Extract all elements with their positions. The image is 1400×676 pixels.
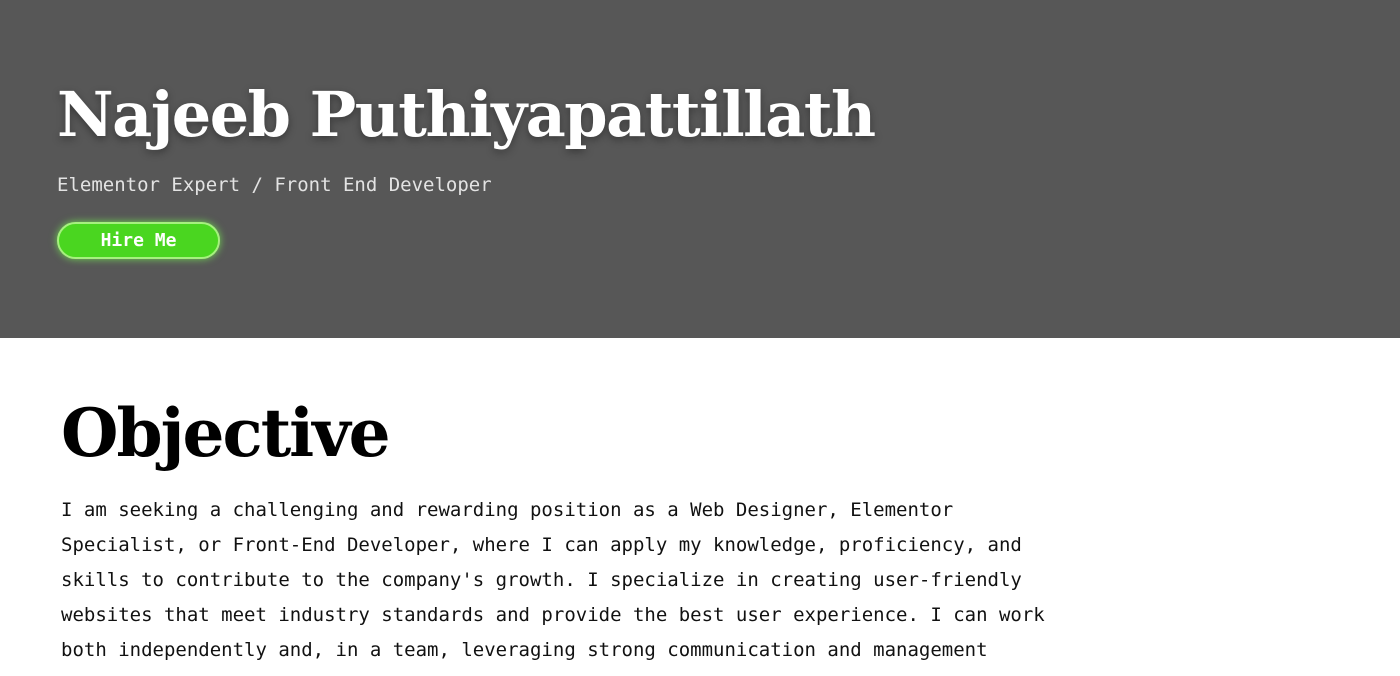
objective-line: websites that meet industry standards an… bbox=[61, 604, 1045, 626]
hero-section: Najeeb Puthiyapattillath Elementor Exper… bbox=[0, 0, 1400, 338]
objective-line: Specialist, or Front-End Developer, wher… bbox=[61, 534, 1022, 556]
objective-paragraph: I am seeking a challenging and rewarding… bbox=[61, 493, 1091, 668]
objective-line: I am seeking a challenging and rewarding… bbox=[61, 499, 954, 521]
objective-line: both independently and, in a team, lever… bbox=[61, 639, 988, 661]
hire-me-button[interactable]: Hire Me bbox=[57, 222, 220, 259]
objective-title: Objective bbox=[61, 394, 391, 472]
hero-name: Najeeb Puthiyapattillath bbox=[57, 78, 876, 151]
objective-line: skills to contribute to the company's gr… bbox=[61, 569, 1022, 591]
hero-subtitle: Elementor Expert / Front End Developer bbox=[57, 174, 492, 196]
